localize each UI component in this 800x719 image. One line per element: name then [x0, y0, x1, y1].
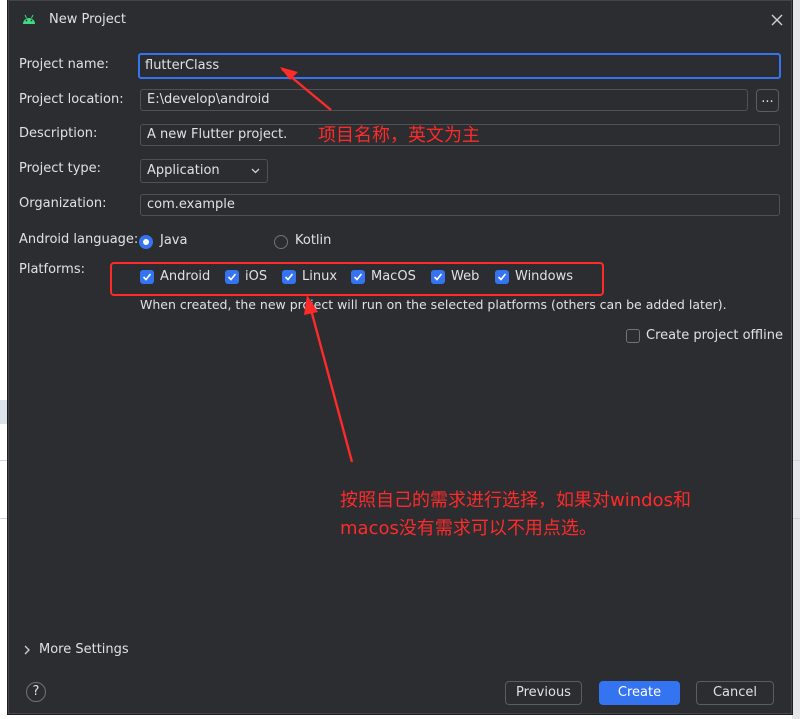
annotation-arrowhead	[280, 67, 298, 80]
platforms-annotation-line2: macos没有需求可以不用点选。	[340, 518, 597, 539]
platforms-annotation-line1: 按照自己的需求进行选择，如果对windos和	[340, 490, 691, 511]
project-name-annotation: 项目名称，英文为主	[318, 125, 480, 146]
platforms-highlight-box	[110, 262, 604, 296]
annotation-arrowhead	[304, 295, 318, 315]
annotation-arrow	[308, 305, 354, 463]
annotation-layer	[110, 67, 604, 463]
